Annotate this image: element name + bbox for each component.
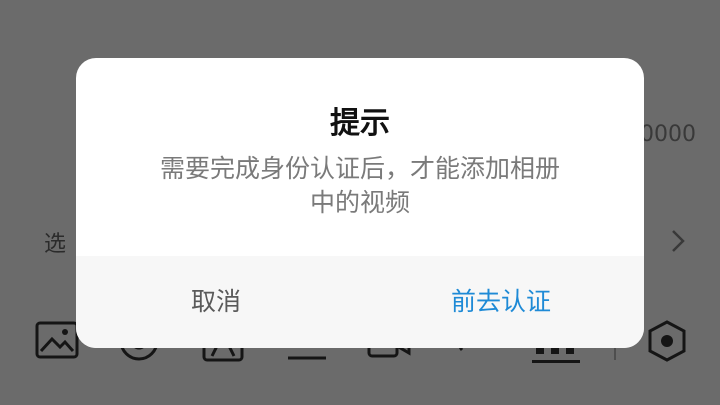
dialog-footer: 取消 前去认证 xyxy=(76,256,644,348)
dialog-title: 提示 xyxy=(330,106,390,141)
screen: 0000 选 提示 需要完成身 xyxy=(0,0,720,405)
alert-dialog: 提示 需要完成身份认证后，才能添加相册中的视频 取消 前去认证 xyxy=(76,58,644,348)
dialog-message: 需要完成身份认证后，才能添加相册中的视频 xyxy=(159,154,560,217)
verify-identity-button[interactable]: 前去认证 xyxy=(416,256,586,348)
cancel-button[interactable]: 取消 xyxy=(136,256,296,348)
